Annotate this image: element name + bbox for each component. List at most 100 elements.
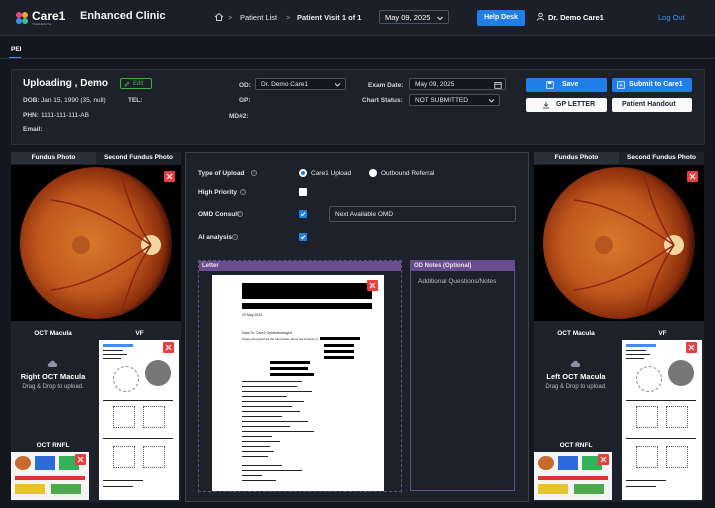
notes-heading: OD Notes (Optional) xyxy=(414,262,472,269)
close-button[interactable] xyxy=(164,171,175,182)
high-priority-checkbox[interactable] xyxy=(299,188,307,196)
care1-logo[interactable]: Care1 TELEHEALTH xyxy=(14,8,66,28)
exam-date-label: Exam Date: xyxy=(368,82,404,89)
letter-dropzone[interactable]: Letter 19 May 2023 Dear Dr. Care1 Ophtha… xyxy=(198,260,402,492)
redaction xyxy=(270,373,314,376)
chart-status-select[interactable]: NOT SUBMITTED xyxy=(409,94,500,106)
close-button[interactable] xyxy=(598,454,609,465)
top-header: Care1 TELEHEALTH Enhanced Clinic > Patie… xyxy=(0,0,715,36)
oct-rnfl-heading: OCT RNFL xyxy=(36,442,70,449)
notes-textarea[interactable]: Additional Questions/Notes xyxy=(418,278,498,286)
exam-date-input[interactable]: May 09, 2025 xyxy=(409,78,506,90)
right-fundus-photo[interactable] xyxy=(11,165,181,321)
close-button[interactable] xyxy=(687,171,698,182)
tab-pei[interactable]: PEI xyxy=(11,46,21,53)
help-desk-button[interactable]: Help Desk xyxy=(477,10,525,26)
omd-select[interactable]: Next Available OMD xyxy=(329,206,516,222)
calendar-icon[interactable] xyxy=(494,81,502,89)
tab-second-fundus-photo[interactable]: Second Fundus Photo xyxy=(96,152,181,164)
redaction xyxy=(324,344,354,347)
letter-heading: Letter xyxy=(202,262,219,269)
redaction xyxy=(270,361,310,364)
radio-outbound-referral-label: Outbound Referral xyxy=(381,170,435,177)
breadcrumb-patient-list[interactable]: Patient List xyxy=(240,13,277,22)
user-icon xyxy=(536,12,545,21)
letter-salutation: Dear Dr. Care1 Ophthalmologist xyxy=(242,331,292,335)
od-label: OD: xyxy=(239,82,251,89)
left-fundus-photo[interactable] xyxy=(534,165,704,321)
breadcrumb-separator: > xyxy=(228,13,233,22)
logout-link[interactable]: Log Out xyxy=(658,13,685,22)
clinic-name: Enhanced Clinic xyxy=(80,10,166,22)
check-icon xyxy=(300,235,306,240)
oct-drop-title: Right OCT Macula xyxy=(20,372,86,381)
help-icon[interactable]: ? xyxy=(240,189,246,195)
redaction xyxy=(242,283,372,299)
oct-rnfl-heading: OCT RNFL xyxy=(559,442,593,449)
tab-second-fundus-photo[interactable]: Second Fundus Photo xyxy=(619,152,704,164)
close-button[interactable] xyxy=(75,454,86,465)
phn-label: PHN: xyxy=(23,112,39,119)
close-button[interactable] xyxy=(163,342,174,353)
tab-fundus-photo[interactable]: Fundus Photo xyxy=(11,152,96,164)
right-oct-macula-dropzone[interactable]: OCT Macula Right OCT Macula Drag & Drop … xyxy=(11,328,95,500)
redaction xyxy=(270,367,308,370)
close-button[interactable] xyxy=(686,342,697,353)
notes-header: OD Notes (Optional) xyxy=(411,261,514,271)
close-icon xyxy=(600,456,607,463)
chart-status-value: NOT SUBMITTED xyxy=(415,97,468,104)
high-priority-label: High Priority xyxy=(198,189,238,196)
tab-fundus-photo[interactable]: Fundus Photo xyxy=(534,152,619,164)
ai-analysis-label: AI analysis xyxy=(198,234,232,241)
download-icon xyxy=(543,102,549,109)
breadcrumb-separator: > xyxy=(286,13,291,22)
oct-drop-subtitle: Drag & Drop to upload. xyxy=(545,384,607,390)
oct-drop-title: Left OCT Macula xyxy=(546,372,606,381)
edit-icon xyxy=(124,81,130,87)
vf-report-thumbnail[interactable] xyxy=(99,340,179,500)
letter-document[interactable]: 19 May 2023 Dear Dr. Care1 Ophthalmologi… xyxy=(212,275,384,491)
chart-status-label: Chart Status: xyxy=(362,97,403,104)
patient-handout-button[interactable]: Patient Handout xyxy=(612,98,692,112)
radio-outbound-referral[interactable] xyxy=(369,169,377,177)
oct-rnfl-thumbnail[interactable] xyxy=(534,452,612,500)
home-icon[interactable] xyxy=(214,12,224,22)
help-icon[interactable]: ? xyxy=(251,170,257,176)
check-icon xyxy=(300,212,306,217)
omd-consult-checkbox[interactable] xyxy=(299,210,307,218)
gp-letter-button[interactable]: GP LETTER xyxy=(526,98,607,112)
vf-heading: VF xyxy=(135,330,144,337)
type-of-upload-label: Type of Upload xyxy=(198,170,245,177)
care1-logo-icon xyxy=(16,12,28,24)
breadcrumb-patient-visit: Patient Visit 1 of 1 xyxy=(297,13,362,22)
upload-form-panel: Type of Upload ? Care1 Upload Outbound R… xyxy=(185,152,529,502)
close-icon xyxy=(689,173,696,180)
left-oct-macula-dropzone[interactable]: OCT Macula Left OCT Macula Drag & Drop t… xyxy=(534,328,618,500)
ai-analysis-checkbox[interactable] xyxy=(299,233,307,241)
help-icon[interactable]: ? xyxy=(232,234,238,240)
close-button[interactable] xyxy=(367,280,378,291)
oct-rnfl-thumbnail[interactable] xyxy=(11,452,89,500)
chevron-down-icon xyxy=(488,99,495,103)
redaction xyxy=(324,356,354,359)
logo-text: Care1 xyxy=(32,9,66,23)
od-notes-box[interactable]: OD Notes (Optional) Additional Questions… xyxy=(410,260,515,491)
vf-heading: VF xyxy=(658,330,667,337)
upload-cloud-icon xyxy=(47,360,58,367)
chevron-down-icon xyxy=(437,16,443,21)
edit-label: Edit xyxy=(133,80,144,87)
close-icon xyxy=(688,344,695,351)
radio-care1-upload[interactable] xyxy=(299,169,307,177)
edit-patient-button[interactable]: Edit xyxy=(120,78,152,89)
close-icon xyxy=(77,456,84,463)
od-select[interactable]: Dr. Demo Care1 xyxy=(255,78,346,90)
submit-button[interactable]: Submit to Care1 xyxy=(612,78,692,92)
visit-date-select[interactable]: May 09, 2025 xyxy=(379,10,449,24)
upload-cloud-icon xyxy=(570,360,581,367)
help-icon[interactable]: ? xyxy=(237,211,243,217)
patient-info-card: Uploading , Demo Edit DOB: Jan 15, 1990 … xyxy=(11,69,705,145)
user-name[interactable]: Dr. Demo Care1 xyxy=(548,13,604,22)
save-label: Save xyxy=(562,81,579,88)
save-button[interactable]: Save xyxy=(526,78,607,92)
vf-report-thumbnail[interactable] xyxy=(622,340,702,500)
